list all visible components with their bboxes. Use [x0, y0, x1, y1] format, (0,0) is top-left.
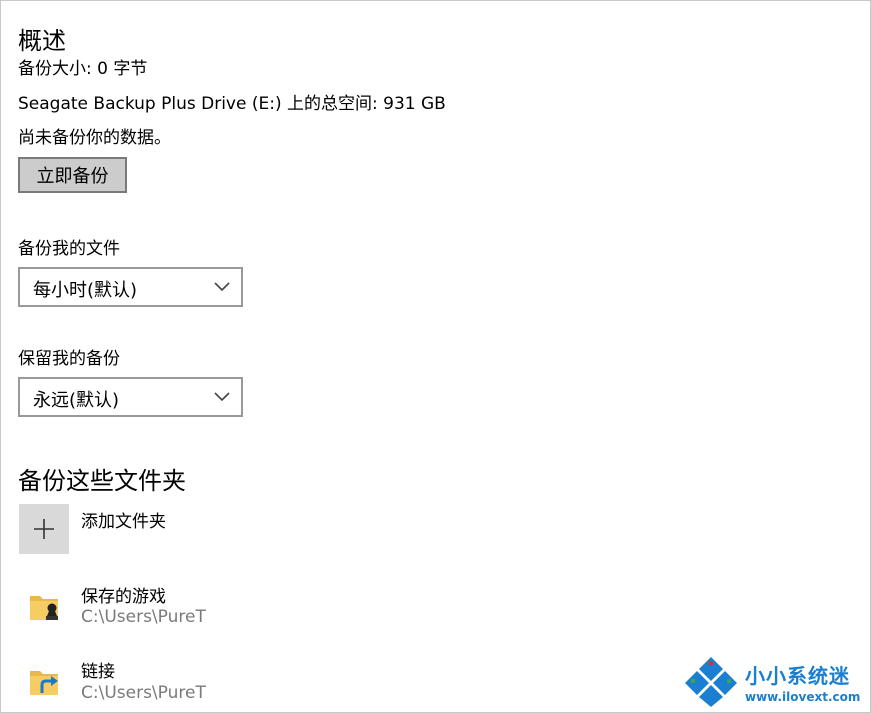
keep-backups-dropdown[interactable]: 永远(默认) — [18, 377, 243, 417]
folder-name: 保存的游戏 — [81, 587, 166, 607]
keep-backups-label: 保留我的备份 — [18, 349, 120, 369]
folder-name: 链接 — [81, 662, 115, 682]
folder-path: C:\Users\PureT — [81, 607, 206, 627]
backup-status-text: 尚未备份你的数据。 — [18, 128, 171, 148]
backup-frequency-dropdown[interactable]: 每小时(默认) — [18, 267, 243, 307]
backup-now-label: 立即备份 — [36, 166, 109, 187]
links-folder-icon — [30, 671, 58, 695]
chevron-down-icon — [214, 282, 230, 292]
plus-icon — [34, 519, 54, 539]
folder-path: C:\Users\PureT — [81, 683, 206, 703]
watermark-logo-icon — [685, 657, 737, 707]
backup-frequency-value: 每小时(默认) — [33, 280, 138, 301]
watermark-url: www.ilovext.com — [745, 690, 861, 704]
backup-frequency-label: 备份我的文件 — [18, 239, 120, 259]
overview-title: 概述 — [18, 27, 66, 55]
watermark-name: 小小系统迷 — [745, 664, 850, 688]
add-folder-button[interactable] — [19, 504, 69, 554]
total-space-text: Seagate Backup Plus Drive (E:) 上的总空间: 93… — [18, 94, 446, 114]
backup-size-text: 备份大小: 0 字节 — [18, 59, 148, 79]
add-folder-label[interactable]: 添加文件夹 — [81, 507, 166, 532]
backup-now-button[interactable]: 立即备份 — [18, 157, 127, 193]
saved-games-folder-icon — [30, 596, 58, 620]
folders-title: 备份这些文件夹 — [18, 467, 186, 495]
keep-backups-value: 永远(默认) — [33, 390, 120, 411]
chevron-down-icon — [214, 392, 230, 402]
